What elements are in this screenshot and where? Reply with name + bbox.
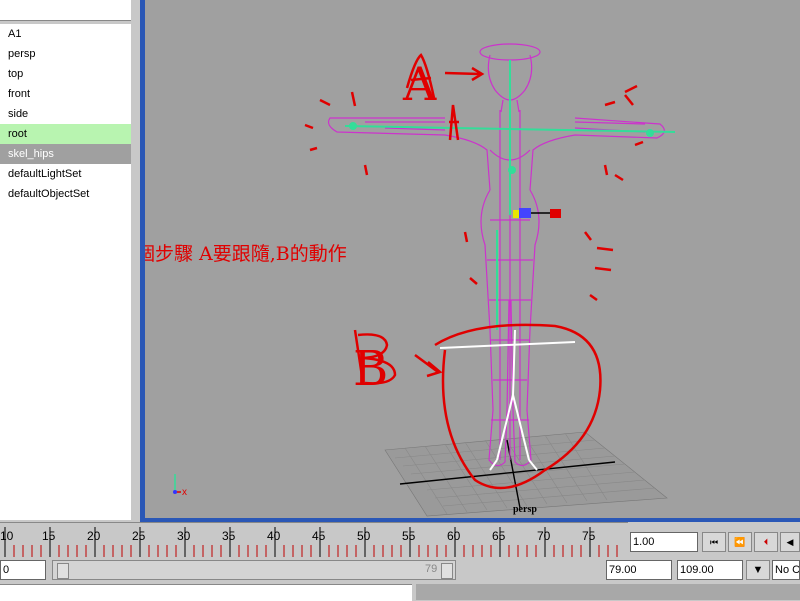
step-back-frame-button[interactable]: ⏴ xyxy=(754,532,778,552)
range-slider[interactable]: 79 xyxy=(52,560,456,580)
outliner-item-top[interactable]: top xyxy=(0,64,131,84)
axis-gizmo: x xyxy=(173,474,187,498)
character-set-field[interactable]: No Ch xyxy=(772,560,800,580)
annotation-a: A xyxy=(402,57,437,111)
outliner-item-front[interactable]: front xyxy=(0,84,131,104)
camera-label: persp xyxy=(513,504,537,515)
chevron-down-icon: ▼ xyxy=(752,564,764,576)
play-backward-button[interactable]: ◀ xyxy=(780,532,800,552)
outliner-item-a1[interactable]: A1 xyxy=(0,24,131,44)
tick-label: 50 xyxy=(357,529,371,543)
tick-label: 30 xyxy=(177,529,191,543)
tick-label: 70 xyxy=(537,529,551,543)
range-end-handle[interactable] xyxy=(441,563,453,579)
outliner-item-default-light-set[interactable]: defaultLightSet xyxy=(0,164,131,184)
time-slider[interactable]: 10 15 20 25 30 35 40 45 50 55 60 65 70 7… xyxy=(0,522,628,559)
range-start-handle[interactable] xyxy=(57,563,69,579)
tick-label: 15 xyxy=(42,529,56,543)
annotation-b: B xyxy=(353,341,388,397)
range-slider-bar: 0 79 79.00 109.00 ▼ No Ch xyxy=(0,558,800,584)
play-backward-icon: ◀ xyxy=(786,537,794,547)
go-to-start-button[interactable]: ⏮ xyxy=(702,532,726,552)
playback-panel: 1.00 ⏮ ⏪ ⏴ ◀ xyxy=(628,522,800,558)
step-back-frame-icon: ⏴ xyxy=(763,537,769,547)
command-result-field xyxy=(416,584,800,600)
axis-x-label: x xyxy=(182,487,187,498)
step-back-key-icon: ⏪ xyxy=(734,537,746,547)
command-input[interactable] xyxy=(0,584,412,601)
outliner-item-root[interactable]: root xyxy=(0,124,131,144)
tick-label: 65 xyxy=(492,529,506,543)
tick-label: 25 xyxy=(132,529,146,543)
outliner-panel: A1 persp top front side root skel_hips d… xyxy=(0,0,133,520)
animation-end-field[interactable]: 109.00 xyxy=(677,560,743,580)
outliner-filter-field[interactable] xyxy=(0,0,131,21)
step-back-key-button[interactable]: ⏪ xyxy=(728,532,752,552)
annotation-text-group: A B 下一個步驟 A要跟隨,B的動作 xyxy=(145,57,437,397)
character-set-dropdown-button[interactable]: ▼ xyxy=(746,560,770,580)
range-end-label: 79 xyxy=(425,563,438,575)
tick-label: 35 xyxy=(222,529,236,543)
annotation-strokes xyxy=(304,53,644,490)
outliner-list: A1 persp top front side root skel_hips d… xyxy=(0,24,131,520)
perspective-viewport[interactable]: A B 下一個步驟 A要跟隨,B的動作 x persp xyxy=(145,0,800,518)
annotation-note: 下一個步驟 A要跟隨,B的動作 xyxy=(145,243,347,265)
current-frame-field[interactable]: 1.00 xyxy=(630,532,698,552)
go-to-start-icon: ⏮ xyxy=(709,537,719,547)
tick-label: 20 xyxy=(87,529,101,543)
viewport-scene: A B 下一個步驟 A要跟隨,B的動作 x persp xyxy=(145,43,676,517)
command-line xyxy=(0,584,800,601)
tick-label: 75 xyxy=(582,529,596,543)
tick-label: 55 xyxy=(402,529,416,543)
move-manipulator[interactable] xyxy=(513,208,561,218)
tick-label: 40 xyxy=(267,529,281,543)
outliner-item-persp[interactable]: persp xyxy=(0,44,131,64)
tick-label: 60 xyxy=(447,529,461,543)
outliner-item-skel-hips[interactable]: skel_hips xyxy=(0,144,131,164)
outliner-item-side[interactable]: side xyxy=(0,104,131,124)
animation-start-field[interactable]: 0 xyxy=(0,560,46,580)
outliner-item-default-object-set[interactable]: defaultObjectSet xyxy=(0,184,131,204)
playback-end-field[interactable]: 79.00 xyxy=(606,560,672,580)
tick-label: 45 xyxy=(312,529,326,543)
tick-label: 10 xyxy=(0,529,14,543)
